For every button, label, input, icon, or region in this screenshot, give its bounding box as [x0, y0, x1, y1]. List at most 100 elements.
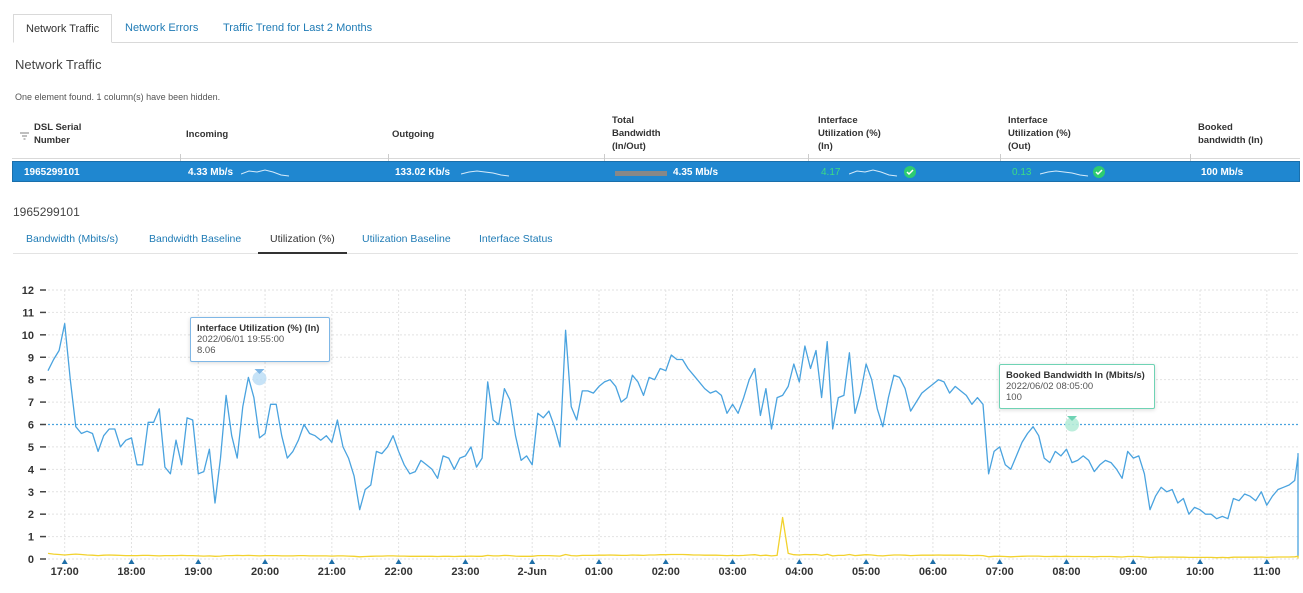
cell-total-bandwidth: 4.35 Mb/s: [673, 167, 719, 178]
cell-util-out: 0.13: [1012, 167, 1032, 178]
y-tick-label: 1: [28, 532, 34, 544]
x-tick-marker: [1263, 559, 1270, 564]
y-tick-label: 3: [28, 487, 34, 499]
y-tick-label: 10: [22, 330, 34, 342]
x-tick-marker: [61, 559, 68, 564]
tab-bandwidth-baseline[interactable]: Bandwidth Baseline: [137, 231, 253, 254]
col-header-incoming[interactable]: Incoming: [186, 128, 228, 141]
tooltip-util-in: Interface Utilization (%) (In) 2022/06/0…: [190, 317, 330, 362]
tab-network-errors[interactable]: Network Errors: [113, 14, 210, 43]
x-tick-marker: [796, 559, 803, 564]
x-tick-marker: [462, 559, 469, 564]
tooltip-title: Booked Bandwidth In (Mbits/s): [1006, 370, 1145, 381]
col-header-util-out[interactable]: Interface Utilization (%) (Out): [1008, 114, 1071, 153]
x-tick-marker: [195, 559, 202, 564]
table-row[interactable]: 1965299101 4.33 Mb/s 133.02 Kb/s 4.35 Mb…: [12, 161, 1300, 182]
x-tick-label: 09:00: [1119, 566, 1147, 578]
chart-tab-bar: Bandwidth (Mbits/s) Bandwidth Baseline U…: [13, 231, 1298, 254]
filter-icon[interactable]: [20, 127, 29, 145]
y-tick-label: 9: [28, 352, 34, 364]
x-tick-label: 08:00: [1052, 566, 1080, 578]
x-tick-marker: [595, 559, 602, 564]
y-tick-label: 12: [22, 285, 34, 297]
tab-traffic-trend[interactable]: Traffic Trend for Last 2 Months: [211, 14, 384, 43]
col-header-outgoing[interactable]: Outgoing: [392, 128, 434, 141]
column-divider[interactable]: [180, 154, 181, 161]
column-divider[interactable]: [1000, 154, 1001, 161]
cell-dsl-serial: 1965299101: [24, 167, 80, 178]
x-tick-marker: [128, 559, 135, 564]
x-tick-label: 07:00: [986, 566, 1014, 578]
column-divider[interactable]: [388, 154, 389, 161]
tab-network-traffic[interactable]: Network Traffic: [13, 14, 113, 43]
cell-booked-bandwidth: 100 Mb/s: [1201, 167, 1244, 178]
table-header: DSL Serial Number Incoming Outgoing Total…: [12, 114, 1300, 159]
x-tick-marker: [863, 559, 870, 564]
top-tab-bar: Network Traffic Network Errors Traffic T…: [13, 14, 1298, 43]
y-tick-label: 11: [22, 307, 34, 319]
x-tick-label: 10:00: [1186, 566, 1214, 578]
column-divider[interactable]: [604, 154, 605, 161]
x-tick-marker: [729, 559, 736, 564]
utilization-out-line: [47, 516, 1299, 559]
x-tick-marker: [529, 559, 536, 564]
x-tick-label: 03:00: [718, 566, 746, 578]
y-tick-label: 6: [28, 420, 34, 432]
util-in-sparkline: [849, 169, 898, 177]
x-tick-marker: [262, 559, 269, 564]
x-tick-marker: [395, 559, 402, 564]
tab-utilization[interactable]: Utilization (%): [258, 231, 347, 254]
x-tick-label: 01:00: [585, 566, 613, 578]
x-tick-label: 06:00: [919, 566, 947, 578]
col-header-dsl-serial[interactable]: DSL Serial Number: [34, 121, 81, 147]
col-header-booked-bandwidth[interactable]: Booked bandwidth (In): [1198, 121, 1263, 147]
x-tick-label: 20:00: [251, 566, 279, 578]
x-tick-label: 19:00: [184, 566, 212, 578]
outgoing-sparkline: [461, 170, 510, 177]
util-out-sparkline: [1040, 170, 1089, 177]
column-divider[interactable]: [1190, 154, 1191, 161]
x-tick-label: 17:00: [51, 566, 79, 578]
tooltip-booked-bandwidth: Booked Bandwidth In (Mbits/s) 2022/06/02…: [999, 364, 1155, 409]
x-tick-label: 2-Jun: [518, 566, 548, 578]
section-title: Network Traffic: [15, 57, 102, 72]
y-tick-label: 0: [28, 554, 34, 566]
tab-bandwidth[interactable]: Bandwidth (Mbits/s): [14, 231, 130, 254]
cell-incoming: 4.33 Mb/s: [188, 167, 234, 178]
tooltip-value: 8.06: [197, 345, 216, 356]
cell-util-in: 4.17: [821, 167, 841, 178]
x-tick-label: 04:00: [785, 566, 813, 578]
x-tick-marker: [662, 559, 669, 564]
tab-interface-status[interactable]: Interface Status: [467, 231, 565, 254]
x-tick-label: 11:00: [1253, 566, 1281, 578]
x-tick-label: 23:00: [451, 566, 479, 578]
x-tick-marker: [929, 559, 936, 564]
x-tick-marker: [996, 559, 1003, 564]
bandwidth-bar: [615, 171, 667, 176]
x-tick-label: 21:00: [318, 566, 346, 578]
ok-status-icon: [1093, 166, 1105, 178]
col-header-util-in[interactable]: Interface Utilization (%) (In): [818, 114, 881, 153]
info-text: One element found. 1 column(s) have been…: [15, 92, 221, 102]
column-divider[interactable]: [808, 154, 809, 161]
x-tick-label: 02:00: [652, 566, 680, 578]
x-tick-marker: [1063, 559, 1070, 564]
tab-utilization-baseline[interactable]: Utilization Baseline: [350, 231, 463, 254]
incoming-sparkline: [241, 169, 290, 177]
y-tick-label: 5: [28, 442, 34, 454]
y-tick-label: 2: [28, 509, 34, 521]
x-tick-marker: [1130, 559, 1137, 564]
y-tick-label: 8: [28, 375, 34, 387]
y-tick-label: 4: [28, 464, 35, 476]
tooltip-value: 100: [1006, 392, 1022, 403]
x-tick-marker: [328, 559, 335, 564]
cell-outgoing: 133.02 Kb/s: [395, 167, 451, 178]
y-tick-label: 7: [28, 397, 34, 409]
col-header-total-bandwidth[interactable]: Total Bandwidth (In/Out): [612, 114, 661, 153]
x-tick-label: 22:00: [385, 566, 413, 578]
x-tick-label: 18:00: [117, 566, 145, 578]
tooltip-title: Interface Utilization (%) (In): [197, 323, 320, 334]
ok-status-icon: [904, 166, 916, 178]
x-tick-marker: [1197, 559, 1204, 564]
tooltip-time: 2022/06/01 19:55:00: [197, 334, 285, 345]
